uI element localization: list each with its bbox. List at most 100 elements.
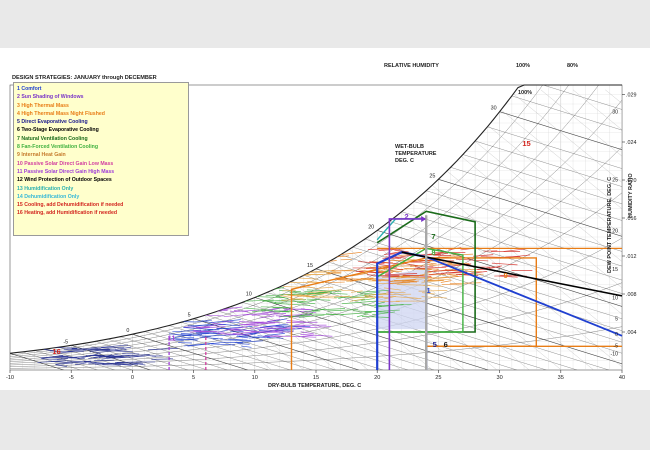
legend-item-11: 11 Passive Solar Direct Gain High Mass — [17, 168, 115, 175]
zone-label-6: 6 — [444, 340, 448, 349]
climate-hour-mark — [289, 292, 320, 294]
dew-point-tick-label: -10 — [611, 351, 619, 357]
x-tick-label: 35 — [558, 375, 564, 381]
wet-bulb-tick-label: 10 — [246, 292, 252, 298]
climate-hour-mark — [267, 287, 285, 291]
legend-item-3: 3 High Thermal Mass — [17, 102, 69, 109]
legend-item-9: 9 Internal Heat Gain — [17, 152, 66, 159]
legend-item-16: 16 Heating, add Humidification if needed — [17, 210, 118, 217]
x-tick-label: 25 — [435, 375, 441, 381]
climate-hour-mark — [438, 256, 464, 258]
zone-label-7: 7 — [431, 232, 435, 241]
dew-point-tick-label: 20 — [612, 228, 618, 234]
wet-bulb-line — [254, 297, 489, 370]
climate-hour-mark — [309, 313, 344, 316]
climate-hours — [37, 247, 533, 368]
x-tick-label: -5 — [69, 375, 74, 381]
x-tick-label: 20 — [374, 375, 380, 381]
wet-bulb-line — [475, 140, 622, 370]
legend-item-13: 13 Humidification Only — [17, 185, 74, 192]
zone-label-11: 11 — [168, 334, 176, 343]
wet-bulb-tick-label: 15 — [307, 263, 313, 269]
x-tick-label: 15 — [313, 375, 319, 381]
legend-item-1: 1 Comfort — [17, 86, 42, 92]
climate-hour-mark — [282, 273, 301, 276]
legend-item-14: 14 Dehumidification Only — [17, 193, 80, 200]
legend-item-4: 4 High Thermal Mass Night Flushed — [17, 110, 105, 117]
legend-item-5: 5 Direct Evaporative Cooling — [17, 119, 88, 126]
zone-label-8: 8 — [431, 248, 435, 257]
enthalpy-line — [540, 89, 622, 370]
legend-item-12: 12 Wind Protection of Outdoor Spaces — [17, 177, 112, 184]
legend-item-8: 8 Fan-Forced Ventilation Cooling — [17, 144, 98, 151]
wet-bulb-line — [291, 281, 578, 370]
zone-label-15: 15 — [522, 139, 530, 148]
climate-hour-mark — [341, 300, 378, 305]
wet-bulb-tick-label: 30 — [491, 106, 497, 112]
wet-bulb-line — [303, 275, 609, 370]
dew-point-tick-label: 30 — [612, 110, 618, 116]
legend-item-2: 2 Sun Shading of Windows — [17, 94, 84, 101]
x-tick-label: -10 — [6, 375, 14, 381]
wet-bulb-tick-label: 0 — [126, 328, 129, 334]
climate-hour-mark — [491, 262, 518, 266]
x-tick-label: 0 — [131, 375, 134, 381]
dew-point-tick-label: 0 — [615, 332, 618, 338]
dew-point-tick-label: 5 — [615, 317, 618, 323]
chart-panel: -10 -5 0 5 10 15 20 25 30 35 40.004.008.012.016.02… — [0, 48, 650, 390]
wet-bulb-tick-label: 5 — [188, 313, 191, 319]
dew-point-tick-label: 15 — [612, 267, 618, 273]
climate-hour-mark — [324, 281, 345, 284]
climate-hour-mark — [241, 345, 252, 348]
climate-hour-mark — [449, 282, 482, 284]
legend-title: DESIGN STRATEGIES: JANUARY through DECEM… — [12, 75, 157, 81]
zone-label-16: 16 — [52, 347, 60, 356]
rh-label: RELATIVE HUMIDITY — [384, 63, 439, 69]
climate-hour-mark — [332, 251, 362, 256]
dew-point-tick-label: -5 — [613, 343, 618, 349]
climate-hour-mark — [440, 280, 452, 283]
y-tick-label: .004 — [626, 330, 637, 336]
x-axis-label: DRY-BULB TEMPERATURE, DEG. C — [268, 383, 362, 389]
wet-bulb-line — [524, 85, 622, 370]
y-tick-label: .012 — [626, 254, 637, 260]
x-tick-label: 10 — [252, 375, 258, 381]
climate-hour-mark — [197, 333, 210, 335]
rh-100-label: 100% — [516, 63, 531, 69]
dew-point-axis-label: DEW POINT TEMPERATURE, DEG. C — [607, 176, 613, 273]
enthalpy-line — [638, 90, 650, 370]
y-tick-label: .029 — [626, 93, 637, 99]
enthalpy-line — [283, 89, 622, 370]
wet-bulb-tick-label: -5 — [63, 339, 68, 345]
legend-item-10: 10 Passive Solar Direct Gain Low Mass — [17, 160, 114, 167]
climate-hour-mark — [248, 337, 260, 339]
legend-item-15: 15 Cooling, add Dehumidification if need… — [17, 202, 124, 209]
climate-hour-mark — [202, 334, 237, 337]
climate-hour-mark — [264, 333, 285, 336]
climate-hour-mark — [252, 310, 267, 312]
zone-label-2: 2 — [404, 212, 408, 221]
climate-hour-mark — [266, 318, 287, 323]
x-tick-label: 30 — [496, 375, 502, 381]
zone-label-5: 5 — [433, 340, 437, 349]
rh-80-label: 80% — [567, 63, 579, 69]
climate-hour-mark — [315, 286, 334, 289]
wet-bulb-line — [83, 343, 170, 370]
wet-bulb-tick-label: 20 — [368, 224, 374, 230]
y-axis-label: HUMIDITY RATIO — [628, 173, 634, 218]
strategy-legend: 1 Comfort 2 Sun Shading of Windows 3 High … — [13, 82, 189, 236]
wet-bulb-line — [242, 302, 461, 370]
wet-bulb-label: WET-BULB TEMPERATURE DEG. C — [395, 144, 437, 164]
x-tick-label: 5 — [192, 375, 195, 381]
dew-point-tick-label: 25 — [612, 177, 618, 183]
climate-hour-mark — [260, 306, 293, 308]
wet-bulb-line — [107, 338, 208, 370]
x-tick-label: 40 — [619, 375, 625, 381]
wet-bulb-tick-label: 25 — [429, 173, 435, 179]
wet-bulb-line — [450, 167, 622, 370]
zone-label-1: 1 — [427, 286, 431, 295]
legend-item-7: 7 Natural Ventilation Cooling — [17, 135, 88, 142]
dew-point-tick-label: 10 — [612, 296, 618, 302]
enthalpy-line — [508, 89, 622, 370]
zone-label-9: 9 — [504, 271, 508, 280]
